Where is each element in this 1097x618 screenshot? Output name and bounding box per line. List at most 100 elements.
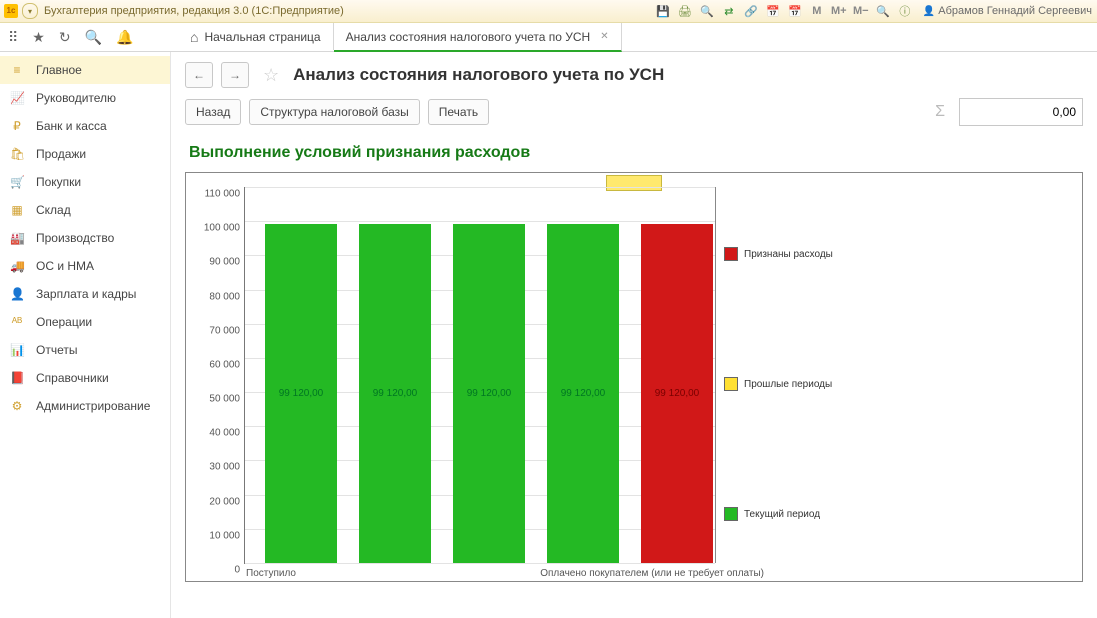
legend-swatch-yellow-icon [724, 377, 738, 391]
top-icons: 💾 🖨 🔍 ⇄ 🔗 📅 📅 M M+ M− 🔍 ⓘ Абрамов Геннад… [654, 2, 1093, 20]
page-title: Анализ состояния налогового учета по УСН [293, 65, 664, 85]
sidebar-item-reports[interactable]: 📊 Отчеты [0, 336, 170, 364]
grid-icon: ▦ [10, 203, 24, 217]
sidebar-item-purchases[interactable]: 🛒 Покупки [0, 168, 170, 196]
calendar-icon[interactable]: 📅 [764, 2, 782, 20]
sum-input[interactable] [959, 98, 1083, 126]
y-tick: 40 000 [209, 428, 240, 439]
sidebar-item-operations[interactable]: ᴬᴮ Операции [0, 308, 170, 336]
sidebar-item-label: Главное [36, 63, 82, 77]
sidebar-item-main[interactable]: ≡ Главное [0, 56, 170, 84]
titlebar: 1c ▾ Бухгалтерия предприятия, редакция 3… [0, 0, 1097, 23]
sidebar-item-bank[interactable]: ₽Банк и касса [0, 112, 170, 140]
sidebar-item-manager[interactable]: 📈Руководителю [0, 84, 170, 112]
app-title: Бухгалтерия предприятия, редакция 3.0 (1… [44, 5, 344, 17]
app-menu-dropdown[interactable]: ▾ [22, 3, 38, 19]
command-row: Назад Структура налоговой базы Печать Σ [185, 98, 1083, 126]
sidebar-item-catalogs[interactable]: 📕Справочники [0, 364, 170, 392]
sidebar-item-warehouse[interactable]: ▦Склад [0, 196, 170, 224]
tab-analysis[interactable]: Анализ состояния налогового учета по УСН… [334, 23, 622, 52]
y-tick: 20 000 [209, 496, 240, 507]
sidebar-item-assets[interactable]: 🚚 ОС и НМА [0, 252, 170, 280]
sidebar-item-label: Покупки [36, 175, 81, 189]
sidebar-item-label: Отчеты [36, 343, 77, 357]
sidebar-item-label: ОС и НМА [36, 259, 94, 273]
user-label[interactable]: Абрамов Геннадий Сергеевич [922, 2, 1093, 20]
legend-past: Прошлые периоды [724, 377, 832, 391]
legend: Признаны расходы Прошлые периоды Текущий… [715, 187, 864, 563]
chart: 010 00020 00030 00040 00050 00060 00070 … [185, 172, 1083, 582]
plot-area: 99 120,0099 120,0099 120,0099 120,0099 1… [244, 187, 715, 564]
legend-recognized: Признаны расходы [724, 247, 833, 261]
sidebar-item-payroll[interactable]: 👤Зарплата и кадры [0, 280, 170, 308]
y-tick: 110 000 [205, 189, 240, 200]
preview-icon[interactable]: 🔍 [698, 2, 716, 20]
person-icon: 👤 [10, 287, 24, 301]
bar: 99 120,00 [265, 224, 337, 563]
y-tick: 80 000 [209, 291, 240, 302]
info-icon[interactable]: ⓘ [896, 2, 914, 20]
menu-icon: ≡ [10, 63, 24, 77]
sidebar-item-sales[interactable]: 🛍 Продажи [0, 140, 170, 168]
bars-icon: 📊 [10, 343, 24, 357]
nav-back-button[interactable]: ← [185, 62, 213, 88]
app-logo-icon: 1c [4, 4, 18, 18]
save-icon[interactable]: 💾 [654, 2, 672, 20]
gear-icon: ⚙ [10, 399, 24, 413]
star-icon[interactable]: ☆ [263, 65, 279, 86]
m-minus-icon[interactable]: M− [852, 2, 870, 20]
sidebar-item-label: Продажи [36, 147, 86, 161]
y-tick: 70 000 [209, 325, 240, 336]
page-header: ← → ☆ Анализ состояния налогового учета … [185, 62, 1083, 88]
section-title: Выполнение условий признания расходов [189, 144, 1083, 162]
m-icon[interactable]: M [808, 2, 826, 20]
y-axis: 010 00020 00030 00040 00050 00060 00070 … [194, 181, 244, 564]
print-icon[interactable]: 🖨 [676, 2, 694, 20]
bar: 99 120,00 [359, 224, 431, 563]
back-button[interactable]: Назад [185, 99, 241, 125]
y-tick: 90 000 [209, 257, 240, 268]
cart-icon: 🛒 [10, 175, 24, 189]
sidebar-item-label: Операции [36, 315, 92, 329]
compare-icon[interactable]: ⇄ [720, 2, 738, 20]
sidebar-item-label: Руководителю [36, 91, 116, 105]
toolbar: ⠿ ★ ↻ 🔍 🔔 Начальная страница Анализ сост… [0, 23, 1097, 52]
ops-icon: ᴬᴮ [10, 315, 24, 329]
calc-icon[interactable]: 📅 [786, 2, 804, 20]
truck-icon: 🚚 [10, 259, 24, 273]
zoom-icon[interactable]: 🔍 [874, 2, 892, 20]
sidebar-item-production[interactable]: 🏭Производство [0, 224, 170, 252]
y-tick: 50 000 [209, 394, 240, 405]
apps-icon[interactable]: ⠿ [8, 29, 18, 46]
y-tick: 30 000 [209, 462, 240, 473]
legend-label: Прошлые периоды [744, 379, 832, 390]
sidebar-item-label: Администрирование [36, 399, 150, 413]
legend-swatch-red-icon [724, 247, 738, 261]
favorite-icon[interactable]: ★ [32, 29, 45, 46]
y-tick: 100 000 [204, 223, 240, 234]
print-button[interactable]: Печать [428, 99, 489, 125]
bar: 99 120,00 [547, 224, 619, 563]
sidebar-item-admin[interactable]: ⚙ Администрирование [0, 392, 170, 420]
history-icon[interactable]: ↻ [59, 29, 71, 46]
nav-fwd-button[interactable]: → [221, 62, 249, 88]
link-icon[interactable]: 🔗 [742, 2, 760, 20]
factory-icon: 🏭 [10, 231, 24, 245]
legend-label: Признаны расходы [744, 249, 833, 260]
tabs: Начальная страница Анализ состояния нало… [178, 23, 622, 51]
sidebar: ≡ Главное 📈Руководителю ₽Банк и касса 🛍 Пр… [0, 52, 171, 618]
y-tick: 0 [234, 565, 240, 576]
book-icon: 📕 [10, 371, 24, 385]
tab-home-label: Начальная страница [204, 30, 320, 44]
main: ← → ☆ Анализ состояния налогового учета … [171, 52, 1097, 618]
m-plus-icon[interactable]: M+ [830, 2, 848, 20]
bag-icon: 🛍 [10, 147, 24, 161]
search-icon[interactable]: 🔍 [85, 29, 102, 46]
sidebar-item-label: Банк и касса [36, 119, 107, 133]
close-icon[interactable]: ✕ [600, 31, 608, 42]
structure-button[interactable]: Структура налоговой базы [249, 99, 419, 125]
legend-label: Текущий период [744, 509, 820, 520]
bell-icon[interactable]: 🔔 [116, 29, 133, 46]
tab-home[interactable]: Начальная страница [178, 23, 334, 50]
x-axis: Поступило Оплачено покупателем (или не т… [194, 564, 766, 579]
